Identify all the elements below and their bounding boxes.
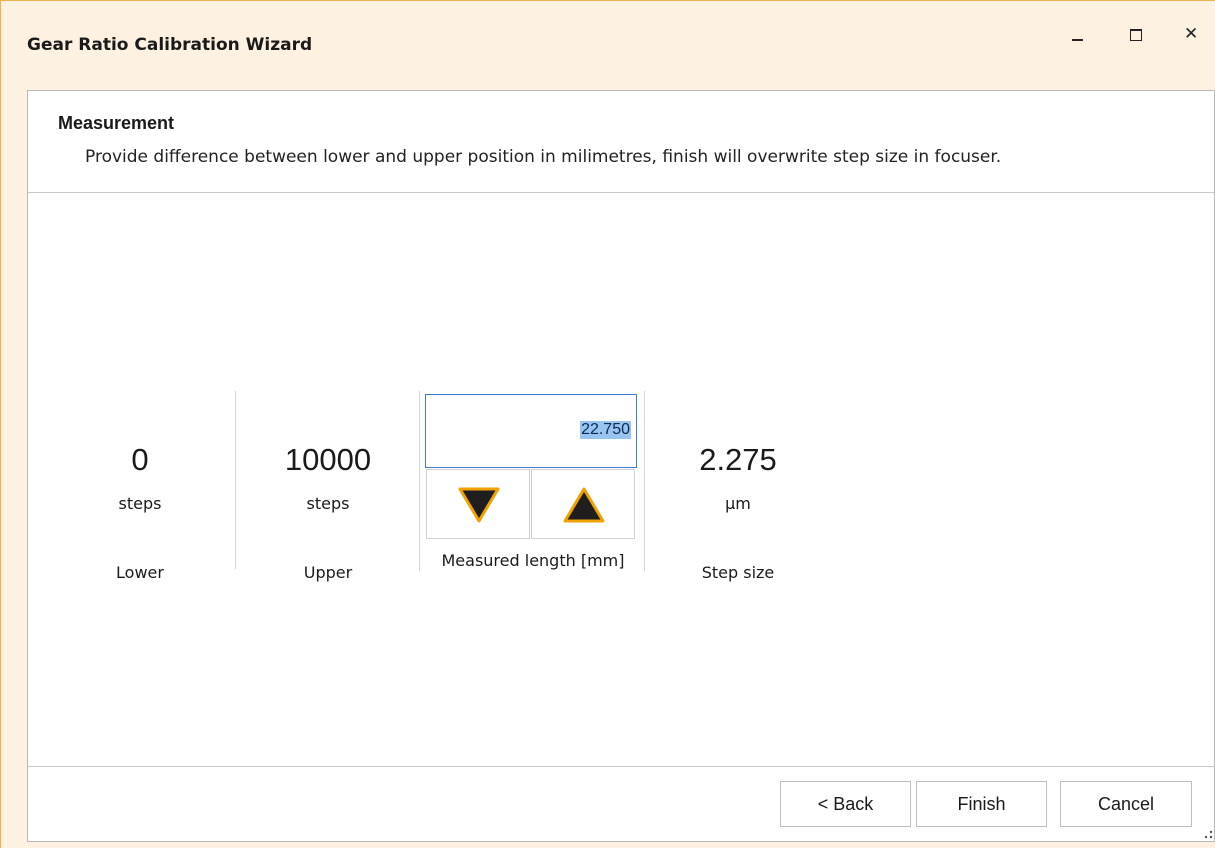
separator [235,391,236,569]
close-button[interactable]: ✕ [1178,23,1208,45]
resize-grip-icon[interactable] [1204,829,1214,843]
step-header: Measurement Provide difference between l… [28,91,1214,193]
maximize-icon [1130,29,1142,41]
finish-button[interactable]: Finish [916,781,1047,827]
upper-position-display: 10000 steps Upper [268,442,388,602]
step-size-display: 2.275 µm Step size [678,442,798,602]
upper-unit: steps [306,494,350,513]
back-button[interactable]: < Back [780,781,911,827]
maximize-button[interactable] [1121,23,1151,45]
decrease-button[interactable] [426,469,530,539]
upper-value: 10000 [284,442,372,477]
cancel-button[interactable]: Cancel [1060,781,1192,827]
step-size-unit: µm [725,494,751,513]
wizard-window: Gear Ratio Calibration Wizard ✕ Measurem… [0,0,1215,848]
lower-label: Lower [116,563,164,582]
lower-value: 0 [131,442,149,477]
step-title: Measurement [58,113,175,133]
minimize-icon [1072,39,1083,41]
button-bar: < Back Finish Cancel [28,766,1214,841]
minimize-button[interactable] [1063,23,1093,45]
step-description: Provide difference between lower and upp… [85,147,1002,167]
triangle-down-icon [458,487,500,523]
increase-button[interactable] [531,469,635,539]
separator [644,391,645,571]
measured-length-value: 22.750 [580,421,631,439]
title-bar[interactable]: Gear Ratio Calibration Wizard ✕ [1,1,1215,89]
step-size-value: 2.275 [699,442,777,477]
upper-label: Upper [303,563,353,582]
lower-position-display: 0 steps Lower [80,442,200,602]
wizard-panel: Measurement Provide difference between l… [27,90,1215,842]
step-size-label: Step size [701,563,775,582]
close-icon: ✕ [1184,24,1199,44]
triangle-up-icon [563,487,605,523]
lower-unit: steps [118,494,162,513]
window-title: Gear Ratio Calibration Wizard [27,35,313,55]
measured-length-label: Measured length [mm] [441,551,625,570]
measured-length-input[interactable]: 22.750 [425,394,637,468]
separator [419,391,420,571]
